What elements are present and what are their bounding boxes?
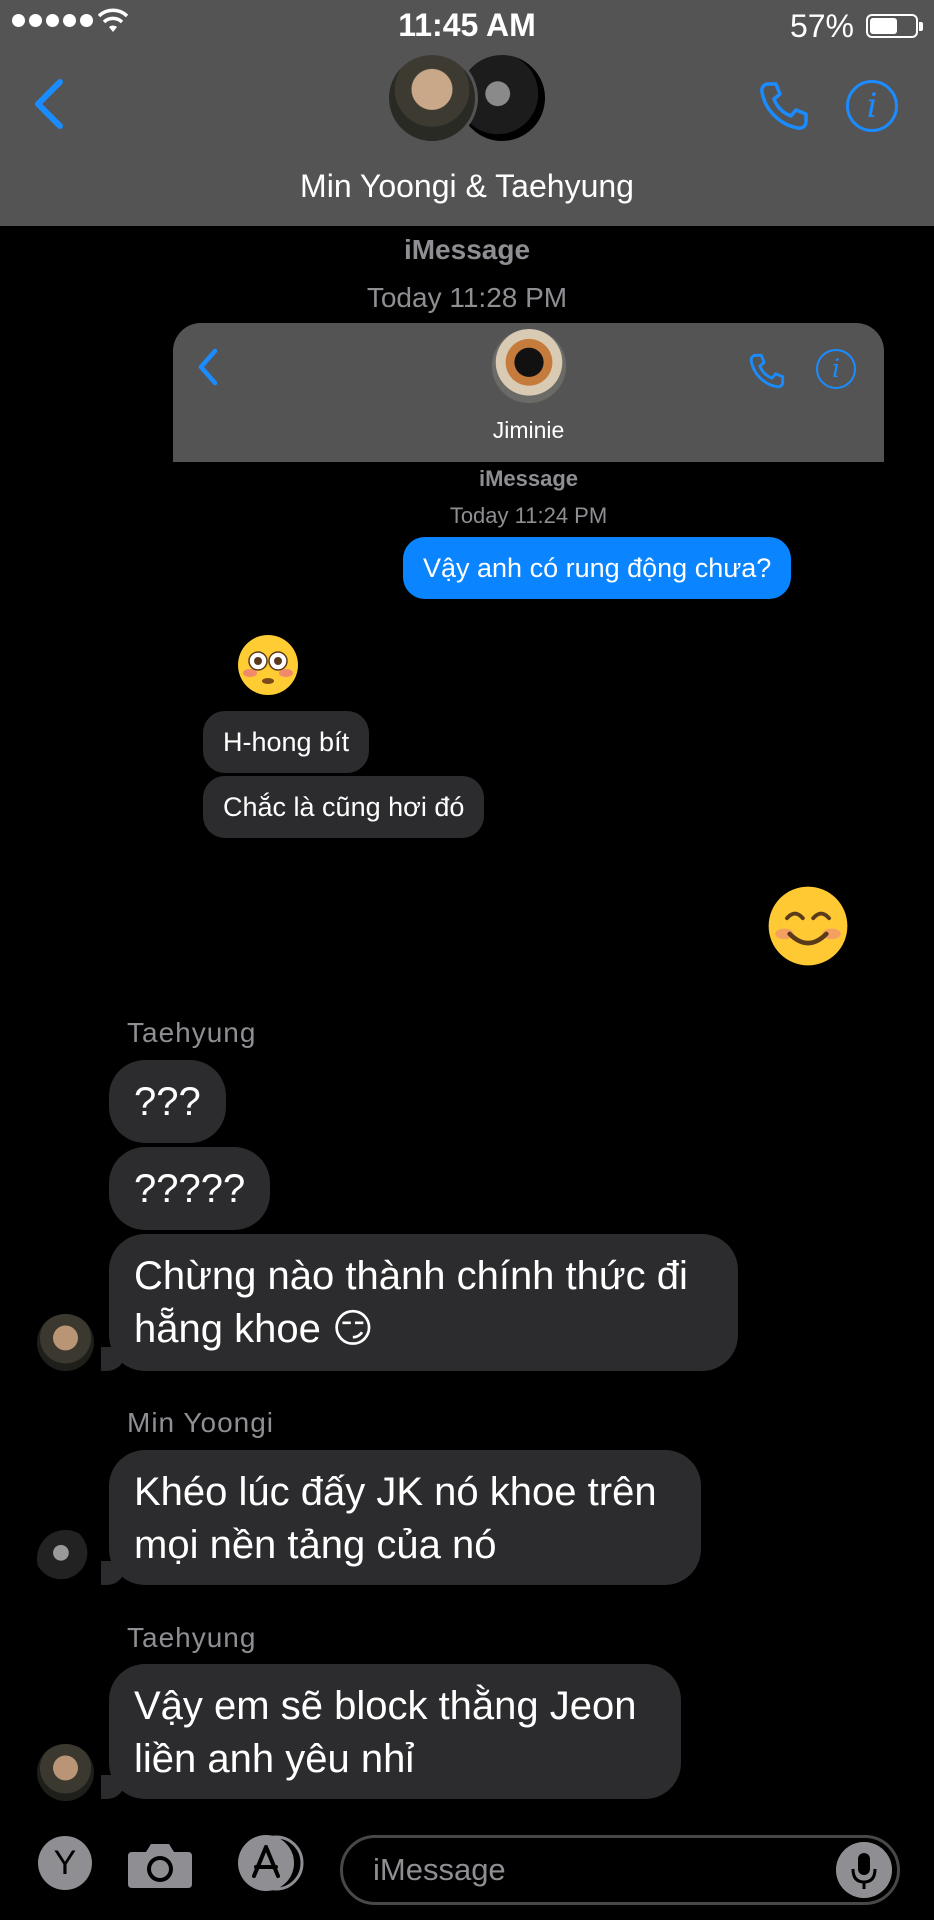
avatar-jiminie — [490, 327, 568, 405]
embedded-header: Jiminie i — [173, 323, 884, 462]
embedded-screenshot[interactable]: Jiminie i iMessage Today 11:24 PM Vậy an… — [173, 323, 884, 863]
compose-bar: Y — [0, 1820, 934, 1920]
received-message[interactable]: Chừng nào thành chính thức đi hẵng khoe … — [101, 1234, 738, 1371]
sender-name: Min Yoongi — [127, 1407, 275, 1438]
status-bar: 11:45 AM 57% — [0, 0, 934, 50]
info-icon[interactable]: i — [846, 80, 898, 132]
flushed-face-emoji — [238, 635, 298, 695]
message-line: Vậy em sẽ block thằng Jeon — [134, 1684, 637, 1728]
message-line: liền anh yêu nhỉ — [134, 1737, 415, 1781]
battery-icon — [866, 14, 923, 38]
embedded-sent-message: Vậy anh có rung động chưa? — [403, 537, 792, 599]
received-message[interactable]: Khéo lúc đấy JK nó khoe trên mọi nền tản… — [101, 1450, 701, 1585]
phone-icon — [749, 353, 785, 389]
conversation-header: 11:45 AM 57% Min Yoongi & Taehyung i — [0, 0, 934, 226]
smiling-face-emoji[interactable] — [766, 884, 850, 968]
microphone-icon[interactable] — [836, 1842, 892, 1898]
avatar-taehyung — [386, 52, 478, 144]
avatar-taehyung[interactable] — [37, 1314, 94, 1371]
message-input[interactable] — [340, 1835, 900, 1905]
phone-icon[interactable] — [756, 78, 812, 134]
embedded-service-label: iMessage — [478, 466, 579, 491]
battery-percentage: 57% — [789, 8, 854, 44]
back-chevron-icon — [198, 348, 218, 386]
group-avatars[interactable] — [386, 52, 548, 144]
message-line: ????? — [134, 1167, 246, 1211]
embedded-received-message: H-hong bít — [203, 711, 370, 773]
embedded-received-message: Chắc là cũng hơi đó — [203, 776, 485, 838]
service-label: iMessage — [403, 234, 531, 265]
avatar-taehyung[interactable] — [37, 1744, 94, 1801]
message-line: Khéo lúc đấy JK nó khoe trên — [134, 1470, 657, 1514]
conversation-title[interactable]: Min Yoongi & Taehyung — [0, 168, 934, 205]
message-line: mọi nền tảng của nó — [134, 1523, 497, 1567]
sender-name: Taehyung — [127, 1017, 257, 1048]
thread-timestamp: Today 11:28 PM — [366, 282, 568, 313]
avatar-min-yoongi[interactable] — [37, 1530, 94, 1587]
sender-name: Taehyung — [127, 1622, 257, 1653]
info-icon: i — [816, 349, 856, 389]
camera-icon[interactable] — [126, 1840, 194, 1890]
message-line: ??? — [134, 1080, 201, 1124]
message-line: Chừng nào thành chính thức đi — [134, 1254, 688, 1298]
back-chevron-icon[interactable] — [30, 76, 70, 132]
y-app-icon[interactable]: Y — [38, 1836, 92, 1890]
app-store-icon[interactable] — [232, 1834, 310, 1892]
message-line: hẵng khoe 😏 — [134, 1307, 374, 1351]
received-message[interactable]: Vậy em sẽ block thằng Jeon liền anh yêu … — [101, 1664, 681, 1799]
received-message[interactable]: ????? — [109, 1147, 271, 1230]
received-message[interactable]: ??? — [109, 1060, 226, 1143]
embedded-contact-name: Jiminie — [492, 417, 565, 443]
embedded-timestamp: Today 11:24 PM — [449, 503, 608, 528]
